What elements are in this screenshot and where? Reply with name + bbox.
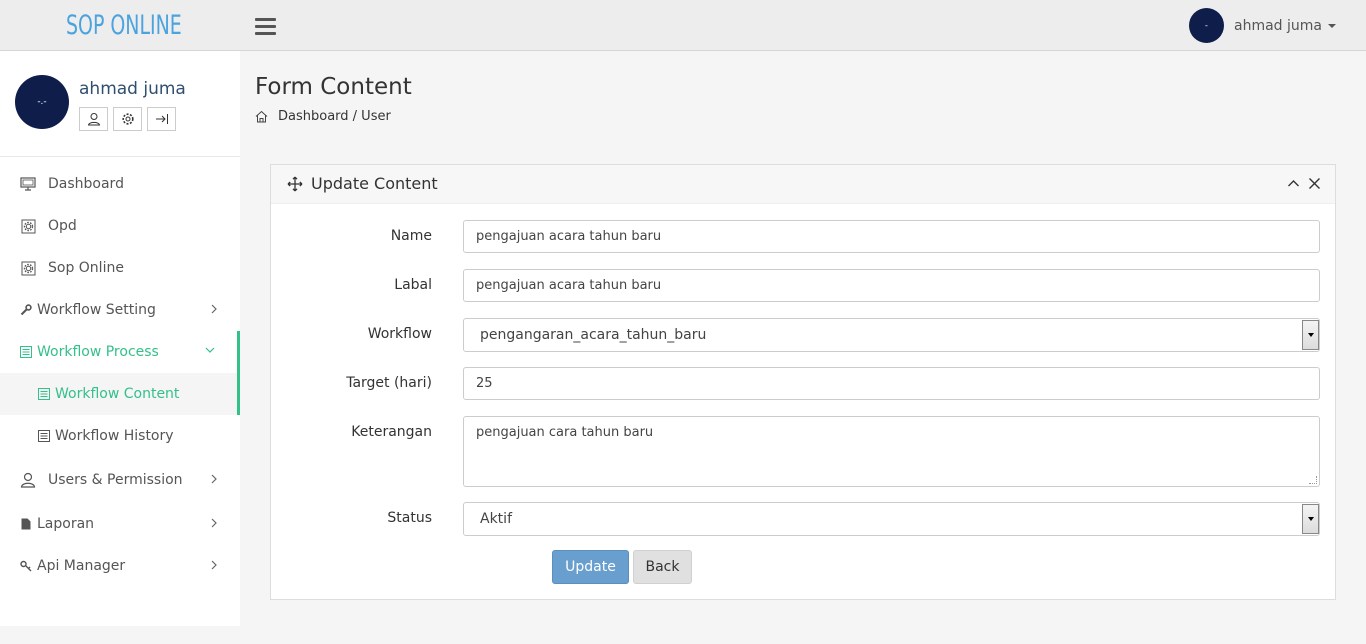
gear-box-icon xyxy=(21,219,35,233)
sidebar-item-label: Users & Permission xyxy=(48,472,183,488)
sidebar-item-workflow-setting[interactable]: Workflow Setting xyxy=(0,289,240,331)
list-icon xyxy=(20,346,32,358)
brand-logo[interactable]: SOP ONLINE xyxy=(66,10,182,41)
sidebar-nav: Dashboard Opd Sop Online Workflow Settin… xyxy=(0,163,240,587)
sidebar-item-label: Workflow Setting xyxy=(37,302,156,318)
top-navbar: SOP ONLINE - ahmad juma xyxy=(0,0,1366,51)
breadcrumb: Dashboard / User xyxy=(255,109,391,124)
sidebar-item-label: Workflow History xyxy=(55,428,174,444)
update-content-panel: Update Content Name pengajuan acara tahu… xyxy=(270,164,1336,600)
file-icon xyxy=(21,518,31,530)
chevron-right-icon xyxy=(211,304,217,314)
labal-label: Labal xyxy=(394,277,432,293)
sidebar-item-laporan[interactable]: Laporan xyxy=(0,503,240,545)
back-button[interactable]: Back xyxy=(633,550,692,584)
name-input[interactable]: pengajuan acara tahun baru xyxy=(463,220,1320,253)
profile-avatar: -.- xyxy=(15,75,69,129)
caret-down-icon xyxy=(1328,23,1336,28)
logout-button[interactable] xyxy=(147,107,176,131)
sidebar-item-workflow-history[interactable]: Workflow History xyxy=(0,415,240,457)
sidebar-item-users-permission[interactable]: Users & Permission xyxy=(0,457,240,503)
status-label: Status xyxy=(387,510,432,526)
sidebar-item-label: Opd xyxy=(48,218,77,234)
labal-input[interactable]: pengajuan acara tahun baru xyxy=(463,269,1320,302)
profile-button[interactable] xyxy=(79,107,108,131)
sidebar-item-label: Dashboard xyxy=(48,176,124,192)
sidebar-item-label: Workflow Content xyxy=(55,386,180,402)
panel-header: Update Content xyxy=(271,165,1335,204)
profile-name: ahmad juma xyxy=(79,79,186,99)
status-selected-value: Aktif xyxy=(480,511,512,527)
update-button[interactable]: Update xyxy=(552,550,629,584)
user-menu[interactable]: - ahmad juma xyxy=(1189,8,1336,43)
chevron-right-icon xyxy=(211,560,217,570)
user-icon xyxy=(87,113,100,126)
sidebar-item-workflow-content[interactable]: Workflow Content xyxy=(0,373,240,415)
key-icon xyxy=(20,560,32,572)
workflow-label: Workflow xyxy=(367,326,432,342)
main-content: Form Content Dashboard / User Update Con… xyxy=(240,51,1366,644)
wrench-icon xyxy=(20,304,32,316)
chevron-right-icon xyxy=(211,474,217,484)
sidebar-item-label: Api Manager xyxy=(37,558,126,574)
collapse-icon[interactable] xyxy=(1287,177,1300,190)
sidebar-item-opd[interactable]: Opd xyxy=(0,205,240,247)
sidebar-item-workflow-process[interactable]: Workflow Process xyxy=(0,331,240,373)
monitor-icon xyxy=(20,177,36,191)
target-label: Target (hari) xyxy=(346,375,432,391)
keterangan-value: pengajuan cara tahun baru xyxy=(476,425,654,440)
sidebar-item-dashboard[interactable]: Dashboard xyxy=(0,163,240,205)
list-icon xyxy=(38,388,50,400)
sidebar-item-sop-online[interactable]: Sop Online xyxy=(0,247,240,289)
move-icon[interactable] xyxy=(287,176,303,192)
target-input[interactable]: 25 xyxy=(463,367,1320,400)
keterangan-textarea[interactable]: pengajuan cara tahun baru xyxy=(463,416,1320,487)
avatar: - xyxy=(1189,8,1224,43)
workflow-selected-value: pengangaran_acara_tahun_baru xyxy=(480,327,707,343)
dropdown-arrow-icon[interactable] xyxy=(1302,504,1319,534)
chevron-down-icon xyxy=(205,347,215,353)
sidebar: -.- ahmad juma Dashboard Opd Sop Online xyxy=(0,51,240,626)
dropdown-arrow-icon[interactable] xyxy=(1302,320,1319,350)
home-icon[interactable] xyxy=(255,110,268,123)
keterangan-label: Keterangan xyxy=(351,424,432,440)
logout-icon xyxy=(155,114,168,124)
sidebar-item-api-manager[interactable]: Api Manager xyxy=(0,545,240,587)
status-select[interactable]: Aktif xyxy=(463,502,1320,536)
menu-toggle-icon[interactable] xyxy=(255,18,276,35)
user-icon xyxy=(20,472,36,488)
settings-button[interactable] xyxy=(113,107,142,131)
page-title: Form Content xyxy=(255,74,412,100)
sidebar-item-label: Workflow Process xyxy=(37,344,159,360)
resize-handle-icon[interactable] xyxy=(1309,476,1317,484)
workflow-select[interactable]: pengangaran_acara_tahun_baru xyxy=(463,318,1320,352)
gear-icon xyxy=(121,113,134,125)
name-label: Name xyxy=(390,228,432,244)
user-name: ahmad juma xyxy=(1234,17,1322,34)
breadcrumb-text[interactable]: Dashboard / User xyxy=(278,109,391,124)
close-icon[interactable] xyxy=(1308,177,1321,190)
list-icon xyxy=(38,430,50,442)
sidebar-profile: -.- ahmad juma xyxy=(0,51,240,157)
panel-title: Update Content xyxy=(311,174,438,193)
chevron-right-icon xyxy=(211,518,217,528)
gear-box-icon xyxy=(21,261,35,275)
sidebar-item-label: Laporan xyxy=(37,516,95,532)
sidebar-item-label: Sop Online xyxy=(48,260,124,276)
